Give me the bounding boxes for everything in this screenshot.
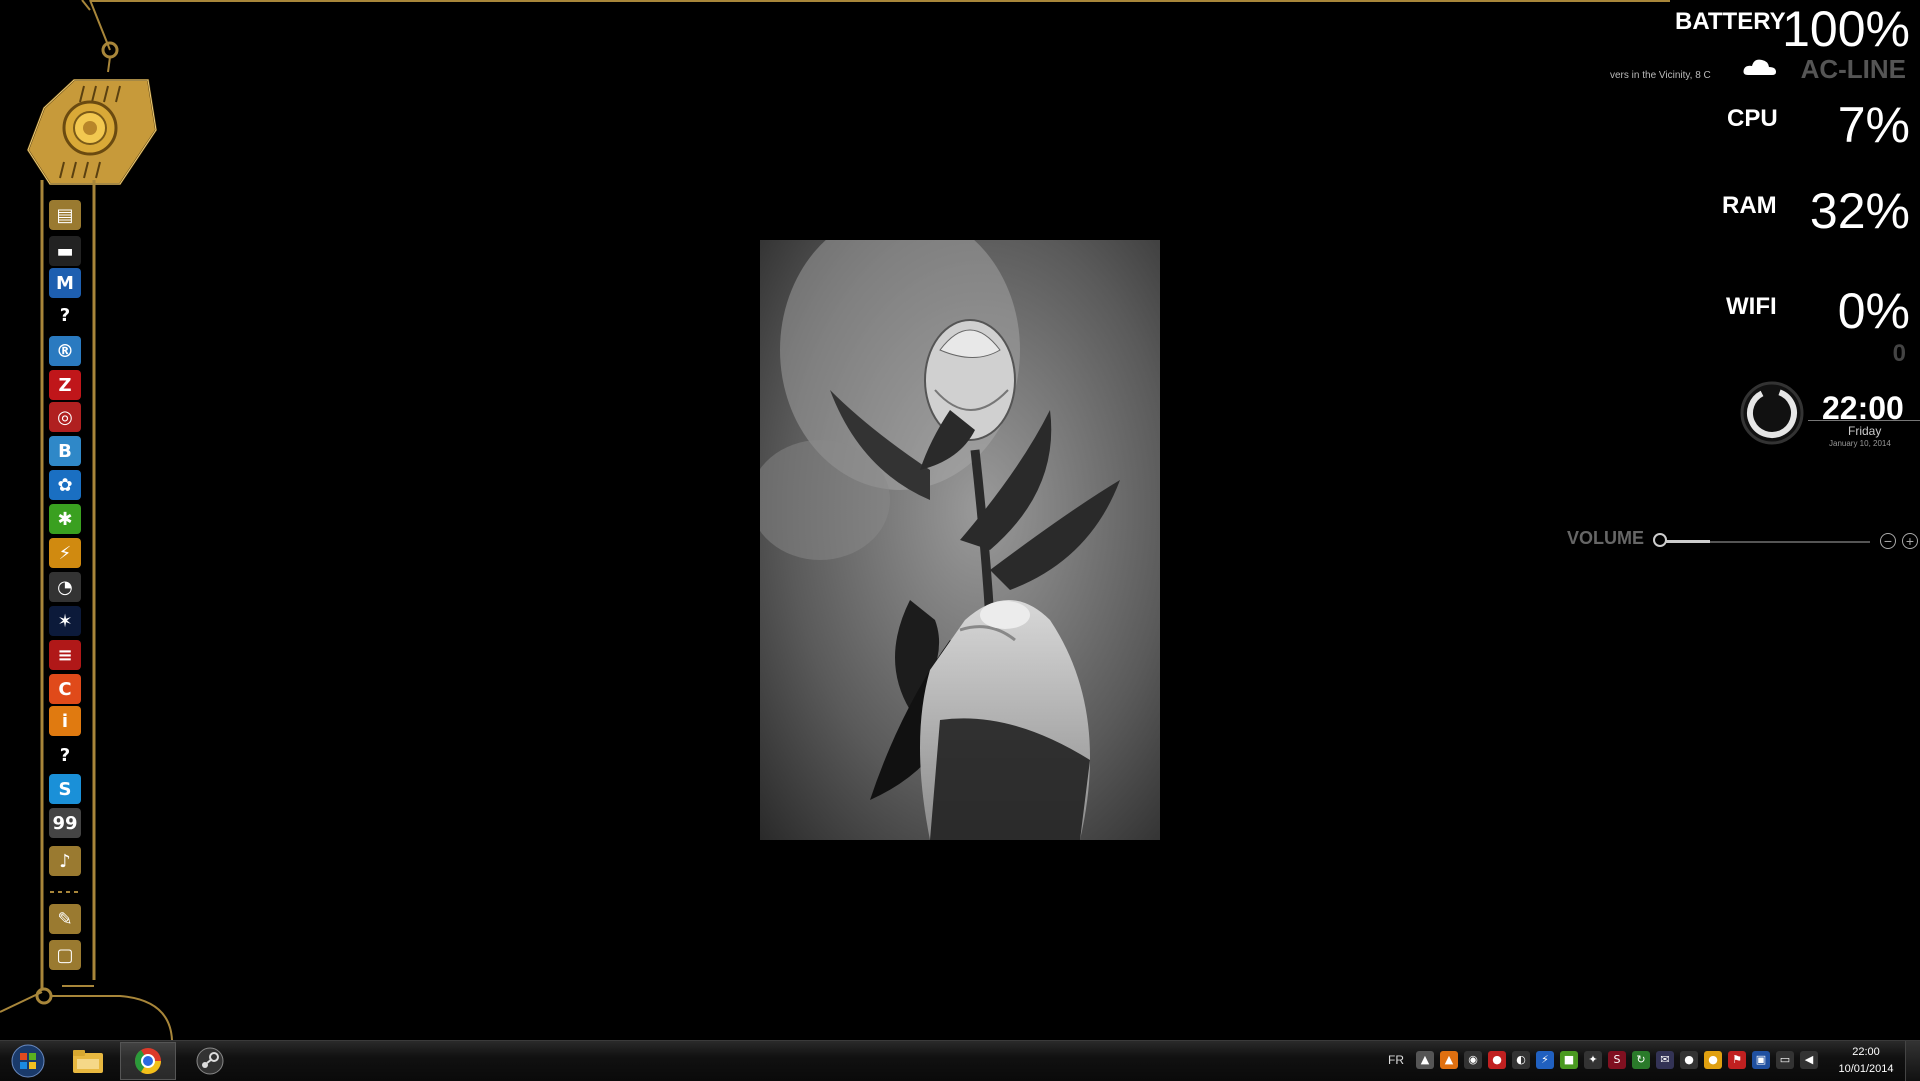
window-icon[interactable]: ▬ bbox=[49, 236, 81, 266]
notification-icon[interactable]: ▲ bbox=[1416, 1051, 1434, 1069]
help-icon[interactable]: ? bbox=[49, 300, 81, 330]
lightning-tray-icon[interactable]: ⚡ bbox=[1536, 1051, 1554, 1069]
volume-up-button[interactable]: + bbox=[1902, 533, 1918, 549]
drop-icon[interactable]: ● bbox=[1680, 1051, 1698, 1069]
orange-icon[interactable]: ● bbox=[1704, 1051, 1722, 1069]
battery-value: 100% bbox=[1782, 1, 1910, 57]
mp3-icon[interactable]: ♪ bbox=[49, 846, 81, 876]
skype-icon[interactable]: S bbox=[49, 774, 81, 804]
explorer-icon bbox=[73, 1050, 103, 1073]
refresh-tray-icon[interactable]: ↻ bbox=[1632, 1051, 1650, 1069]
wallpaper-rose-photo bbox=[760, 240, 1160, 840]
language-indicator[interactable]: FR bbox=[1388, 1053, 1404, 1067]
mail-icon[interactable]: ✉ bbox=[1656, 1051, 1674, 1069]
ccleaner-icon[interactable]: C bbox=[49, 674, 81, 704]
stripes-icon[interactable]: ≡ bbox=[49, 640, 81, 670]
spider-icon[interactable]: ✱ bbox=[49, 504, 81, 534]
taskbar-steam-button[interactable] bbox=[182, 1042, 238, 1080]
display-tray-icon[interactable]: ▭ bbox=[1776, 1051, 1794, 1069]
system-tray: ▲ ▲ ◉ ● ◐ ⚡ ■ ✦ S ↻ ✉ ● ● ⚑ ▣ ▭ ◀ bbox=[1416, 1051, 1818, 1071]
wifi-subvalue: 0 bbox=[1892, 340, 1906, 367]
ram-value: 32% bbox=[1809, 183, 1910, 239]
side-dock: ▤ ▬ M? ® Z ◎ B ✿ ✱ ⚡ ◔ ✶ ≡ Ci? S 99 ♪ ✎ ▢ bbox=[0, 0, 180, 1040]
steam-icon bbox=[196, 1047, 224, 1075]
taskbar-chrome-button[interactable] bbox=[120, 1042, 176, 1080]
folder-icon[interactable]: ▤ bbox=[49, 200, 81, 230]
start-button[interactable] bbox=[6, 1042, 50, 1080]
cloud-icon bbox=[1742, 55, 1778, 84]
wifi-value: 0% bbox=[1837, 283, 1910, 339]
speaker-icon[interactable]: ◀ bbox=[1800, 1051, 1818, 1069]
volume-slider-fill bbox=[1662, 540, 1710, 543]
antivirus-icon[interactable]: ● bbox=[1488, 1051, 1506, 1069]
taskbar-explorer-button[interactable] bbox=[60, 1042, 116, 1080]
monitor-icon[interactable]: ▣ bbox=[1752, 1051, 1770, 1069]
live-icon[interactable]: ◎ bbox=[49, 402, 81, 432]
top-decoration-line bbox=[90, 0, 1670, 2]
desktop: ▤ ▬ M? ® Z ◎ B ✿ ✱ ⚡ ◔ ✶ ≡ Ci? S 99 ♪ ✎ ▢ bbox=[0, 0, 1920, 1040]
show-desktop-button[interactable] bbox=[1905, 1041, 1920, 1081]
network-tray-icon[interactable]: ✦ bbox=[1584, 1051, 1602, 1069]
taskbar-clock-date[interactable]: 10/01/2014 bbox=[1830, 1063, 1902, 1075]
battery-label: BATTERY bbox=[1675, 8, 1786, 35]
power-source-label: AC-LINE bbox=[1800, 54, 1906, 84]
nvidia-icon[interactable]: ■ bbox=[1560, 1051, 1578, 1069]
chrome-icon bbox=[134, 1048, 162, 1075]
lightning-icon[interactable]: ⚡ bbox=[49, 538, 81, 568]
disc-icon[interactable]: ® bbox=[49, 336, 81, 366]
malwarebytes-icon[interactable]: M bbox=[49, 268, 81, 298]
start-orb-icon bbox=[11, 1044, 45, 1078]
clock-divider bbox=[1808, 420, 1920, 421]
volume-down-button[interactable]: − bbox=[1880, 533, 1896, 549]
cpu-value: 7% bbox=[1837, 97, 1910, 153]
clock-date: January 10, 2014 bbox=[1829, 439, 1891, 448]
cpu-label: CPU bbox=[1727, 105, 1778, 132]
ccleaner-tray-icon[interactable]: ◐ bbox=[1512, 1051, 1530, 1069]
info-icon[interactable]: i bbox=[49, 706, 81, 736]
steam-tray-icon[interactable]: ◉ bbox=[1464, 1051, 1482, 1069]
tools-icon[interactable]: ✎ bbox=[49, 904, 81, 934]
99-icon[interactable]: 99 bbox=[49, 808, 81, 838]
msi-gauge-icon[interactable]: ◔ bbox=[49, 572, 81, 602]
s2-icon[interactable]: S bbox=[1608, 1051, 1626, 1069]
volume-label: VOLUME bbox=[1567, 528, 1645, 548]
filezilla-icon[interactable]: Z bbox=[49, 370, 81, 400]
flag-icon[interactable]: ⚑ bbox=[1728, 1051, 1746, 1069]
taskbar-clock-time[interactable]: 22:00 bbox=[1848, 1046, 1884, 1058]
bads-icon[interactable]: B bbox=[49, 436, 81, 466]
film-reel-icon[interactable]: ✿ bbox=[49, 470, 81, 500]
ram-label: RAM bbox=[1722, 192, 1777, 219]
clock-time: 22:00 bbox=[1822, 390, 1904, 426]
clock-ring-icon bbox=[1740, 381, 1804, 445]
spider-dark-icon[interactable]: ✶ bbox=[49, 606, 81, 636]
wifi-label: WIFI bbox=[1726, 293, 1777, 320]
trash-icon[interactable]: ▢ bbox=[49, 940, 81, 970]
weather-text: vers in the Vicinity, 8 C bbox=[1610, 70, 1711, 81]
volume-slider-knob[interactable] bbox=[1653, 533, 1667, 547]
dock-frame bbox=[0, 0, 173, 1040]
help-icon-2[interactable]: ? bbox=[49, 740, 81, 770]
vlc-icon[interactable]: ▲ bbox=[1440, 1051, 1458, 1069]
taskbar: FR ▲ ▲ ◉ ● ◐ ⚡ ■ ✦ S ↻ ✉ ● ● ⚑ ▣ ▭ ◀ 22:00 10/01/2014 bbox=[0, 1040, 1920, 1081]
clock-day: Friday bbox=[1848, 424, 1882, 438]
